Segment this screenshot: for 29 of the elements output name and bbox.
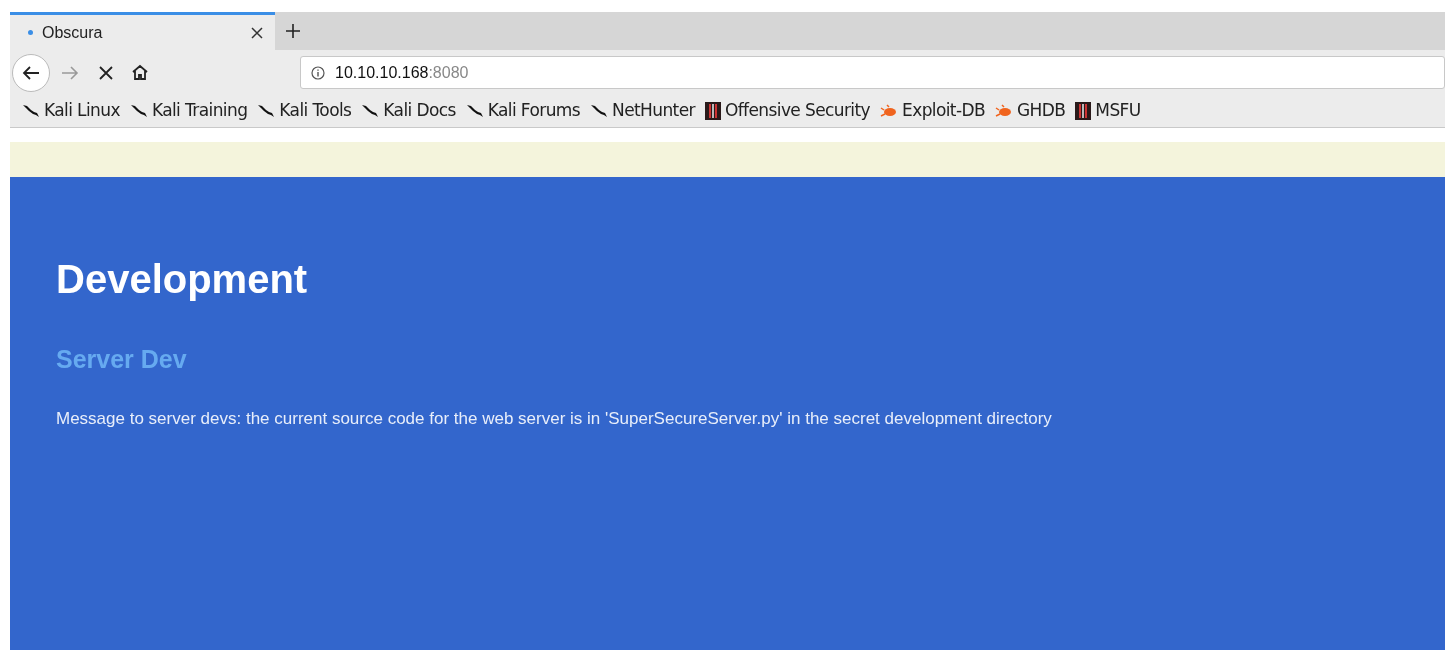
bug-icon [995, 104, 1014, 118]
bookmark-link[interactable]: NetHunter [590, 98, 695, 124]
bookmark-link[interactable]: Kali Training [129, 98, 248, 124]
bookmark-link[interactable]: MSFU [1075, 98, 1141, 124]
bookmark-link[interactable]: GHDB [995, 98, 1066, 124]
bookmark-link[interactable]: Offensive Security [704, 98, 871, 124]
page-heading: Development [56, 259, 309, 299]
back-arrow-icon [22, 64, 40, 81]
browser-tab[interactable]: Obscura [10, 12, 275, 50]
banner-icon [704, 102, 721, 120]
banner-icon [1075, 102, 1092, 120]
close-icon [98, 64, 114, 81]
bug-icon [880, 104, 899, 118]
bookmark-link[interactable]: Kali Linux [22, 98, 120, 124]
bookmark-link[interactable]: Kali Tools [257, 98, 352, 124]
home-icon [131, 64, 149, 81]
tab-title: Obscura [42, 22, 104, 43]
url-text: 10.10.10.168:8080 [335, 62, 469, 83]
bookmark-link[interactable]: Exploit-DB [880, 98, 986, 124]
section-heading: Server Dev [56, 347, 188, 372]
plus-icon [285, 23, 301, 39]
message-text: Message to server devs: the current source code for the web server is in 'SuperSecureServer.py' in the secret development directory [56, 408, 1053, 430]
info-icon [311, 65, 325, 80]
back-button[interactable] [12, 53, 50, 92]
forward-arrow-icon [61, 64, 79, 81]
bookmark-link[interactable]: Kali Docs [361, 98, 456, 124]
bookmark-link[interactable]: Kali Forums [465, 98, 581, 124]
address-field[interactable]: 10.10.10.168:8080 [300, 56, 1445, 89]
close-icon[interactable] [251, 26, 263, 39]
